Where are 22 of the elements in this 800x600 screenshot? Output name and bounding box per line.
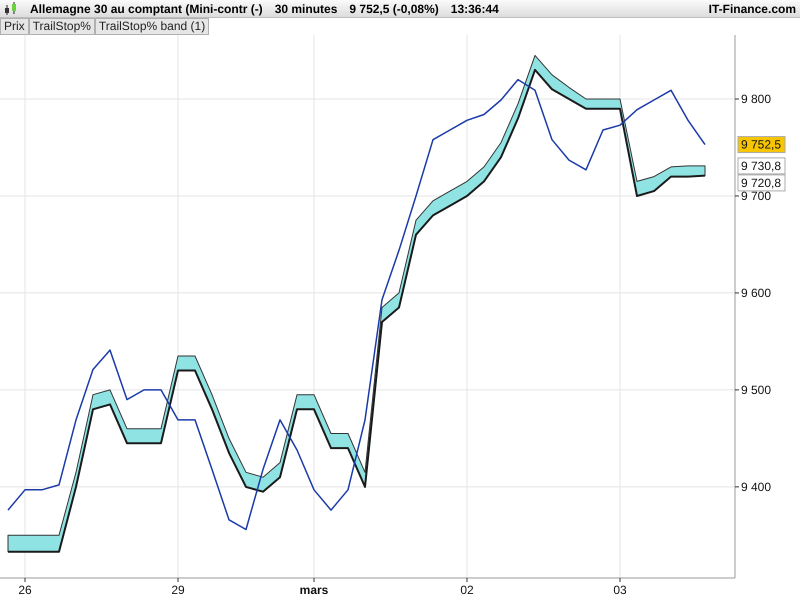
price-tag: 9 730,8 (738, 157, 786, 174)
quote-label: 9 752,5 (-0,08%) (349, 0, 439, 18)
x-axis-label: 26 (18, 583, 32, 597)
y-axis-label: 9 600 (741, 286, 772, 300)
y-axis-label: 9 500 (741, 382, 772, 397)
price-tag: 9 752,5 (738, 136, 786, 154)
x-axis-label: mars (300, 583, 328, 597)
y-axis-label: 9 400 (741, 480, 772, 494)
y-axis-label: 9 800 (741, 92, 772, 106)
indicator-tab[interactable]: TrailStop% (28, 18, 95, 35)
y-axis-label: 9 700 (741, 188, 772, 203)
indicator-tab[interactable]: TrailStop% band (1) (94, 18, 210, 35)
indicator-tab[interactable]: Prix (0, 18, 29, 35)
site-label: IT-Finance.com (708, 0, 796, 18)
instrument-title: Allemagne 30 au comptant (Mini-contr (-) (30, 0, 263, 18)
time-label: 13:36:44 (450, 0, 499, 18)
price-tag: 9 720,8 (738, 174, 786, 192)
x-axis-label: 03 (613, 583, 627, 597)
period-label: 30 minutes (274, 0, 338, 18)
x-axis-label: 02 (460, 583, 474, 597)
candlestick-icon (4, 2, 18, 16)
x-axis-label: 29 (171, 583, 185, 597)
